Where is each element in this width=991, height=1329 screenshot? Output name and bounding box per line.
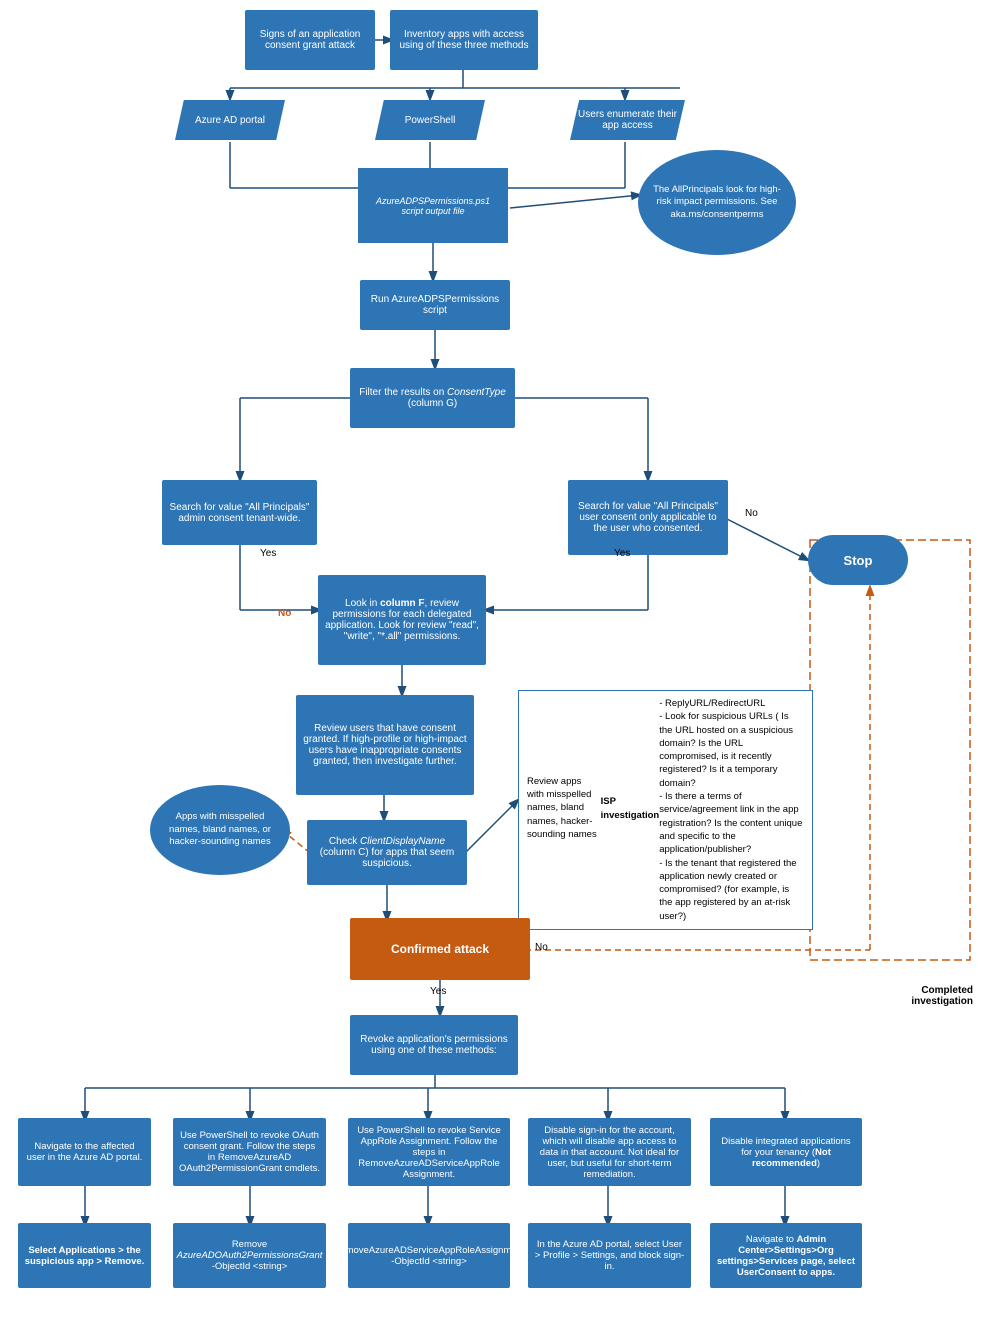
azure-portal-user-box: In the Azure AD portal, select User > Pr… xyxy=(528,1223,691,1288)
check-client-box: Check ClientDisplayName (column C) for a… xyxy=(307,820,467,885)
powershell-service-box: Use PowerShell to revoke Service AppRole… xyxy=(348,1118,510,1186)
search-admin-box: Search for value "All Principals" admin … xyxy=(162,480,317,545)
yes-label-confirmed: Yes xyxy=(430,986,446,997)
yes-label-1: Yes xyxy=(260,548,276,559)
all-principals-circle: The AllPrincipals look for high-risk imp… xyxy=(638,150,796,255)
nav-azure-box: Navigate to the affected user in the Azu… xyxy=(18,1118,151,1186)
look-column-f-box: Look in column F, review permissions for… xyxy=(318,575,486,665)
remove-service-box: RemoveAzureADServiceAppRoleAssignment -O… xyxy=(348,1223,510,1288)
stop-box: Stop xyxy=(808,535,908,585)
disable-integrated-box: Disable integrated applications for your… xyxy=(710,1118,862,1186)
no-label-1: No xyxy=(745,508,758,519)
script-output-diamond: AzureADPSPermissions.ps1 script output f… xyxy=(358,168,508,243)
signs-attack-box: Signs of an application consent grant at… xyxy=(245,10,375,70)
completed-investigation-label: Completedinvestigation xyxy=(911,985,973,1007)
apps-misspelled-circle: Apps with misspelled names, bland names,… xyxy=(150,785,290,875)
no-label-confirmed: No xyxy=(535,942,548,953)
remove-oauth2-box: Remove AzureADOAuth2PermissionsGrant -Ob… xyxy=(173,1223,326,1288)
search-user-box: Search for value "All Principals" user c… xyxy=(568,480,728,555)
filter-results-box: Filter the results on ConsentType (colum… xyxy=(350,368,515,428)
powershell-oauth-box: Use PowerShell to revoke OAuth consent g… xyxy=(173,1118,326,1186)
run-script-box: Run AzureADPSPermissions script xyxy=(360,280,510,330)
powershell-box: PowerShell xyxy=(375,100,485,140)
azure-ad-portal-box: Azure AD portal xyxy=(175,100,285,140)
revoke-permissions-box: Revoke application's permissions using o… xyxy=(350,1015,518,1075)
flowchart: Signs of an application consent grant at… xyxy=(0,0,991,1329)
inventory-apps-box: Inventory apps with access using of thes… xyxy=(390,10,538,70)
no-label-admin: No xyxy=(278,608,291,619)
review-users-box: Review users that have consent granted. … xyxy=(296,695,474,795)
users-enumerate-box: Users enumerate their app access xyxy=(570,100,685,140)
admin-center-box: Navigate to Admin Center>Settings>Org se… xyxy=(710,1223,862,1288)
select-applications-box: Select Applications > the suspicious app… xyxy=(18,1223,151,1288)
review-apps-note: Review apps with misspelled names, bland… xyxy=(518,690,813,930)
yes-label-2: Yes xyxy=(614,548,630,559)
disable-signin-box: Disable sign-in for the account, which w… xyxy=(528,1118,691,1186)
confirmed-attack-box: Confirmed attack xyxy=(350,918,530,980)
